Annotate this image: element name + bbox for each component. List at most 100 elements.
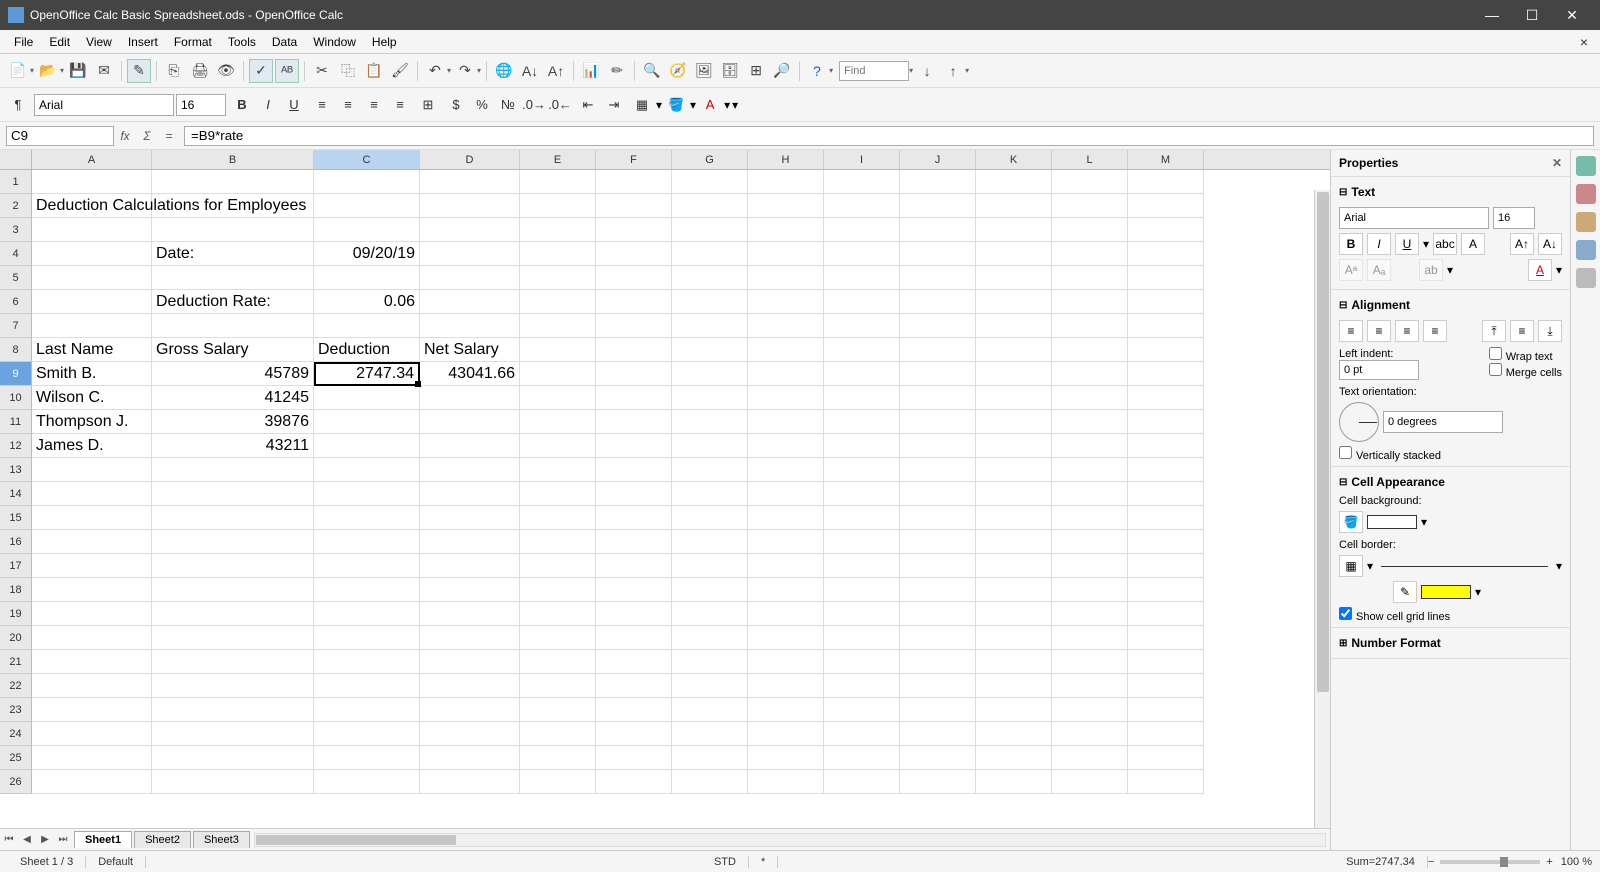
sort-desc-icon[interactable]: A↑: [544, 59, 568, 83]
cell-A3[interactable]: [32, 218, 152, 242]
fontcolor-icon[interactable]: A: [698, 93, 722, 117]
bold-button[interactable]: B: [230, 93, 254, 117]
cell-D5[interactable]: [420, 266, 520, 290]
cell-C20[interactable]: [314, 626, 420, 650]
bg-color-picker[interactable]: 🪣: [1339, 511, 1363, 533]
cell-B22[interactable]: [152, 674, 314, 698]
cell-F19[interactable]: [596, 602, 672, 626]
cell-M5[interactable]: [1128, 266, 1204, 290]
cell-D22[interactable]: [420, 674, 520, 698]
vertically-stacked-check[interactable]: Vertically stacked: [1339, 450, 1441, 462]
cell-D26[interactable]: [420, 770, 520, 794]
cell-K10[interactable]: [976, 386, 1052, 410]
cell-J1[interactable]: [900, 170, 976, 194]
row-header-4[interactable]: 4: [0, 242, 32, 266]
cell-F3[interactable]: [596, 218, 672, 242]
cell-D12[interactable]: [420, 434, 520, 458]
find-prev-icon[interactable]: ↑: [941, 59, 965, 83]
cell-B10[interactable]: 41245: [152, 386, 314, 410]
formula-input[interactable]: [184, 126, 1594, 146]
cell-F2[interactable]: [596, 194, 672, 218]
orientation-dial[interactable]: [1339, 402, 1379, 442]
row-header-16[interactable]: 16: [0, 530, 32, 554]
zoom-icon[interactable]: 🔎: [770, 59, 794, 83]
cell-F26[interactable]: [596, 770, 672, 794]
export-pdf-icon[interactable]: ⎘: [162, 59, 186, 83]
cell-L26[interactable]: [1052, 770, 1128, 794]
cell-A25[interactable]: [32, 746, 152, 770]
sidebar-highlight[interactable]: ab: [1419, 259, 1443, 281]
cell-L3[interactable]: [1052, 218, 1128, 242]
cell-J24[interactable]: [900, 722, 976, 746]
cell-L19[interactable]: [1052, 602, 1128, 626]
cell-I14[interactable]: [824, 482, 900, 506]
cell-K3[interactable]: [976, 218, 1052, 242]
sidebar-shrink-font[interactable]: A↓: [1538, 233, 1562, 255]
cell-B15[interactable]: [152, 506, 314, 530]
cell-I4[interactable]: [824, 242, 900, 266]
row-header-17[interactable]: 17: [0, 554, 32, 578]
row-header-19[interactable]: 19: [0, 602, 32, 626]
status-sum[interactable]: Sum=2747.34: [1334, 856, 1428, 868]
cell-E26[interactable]: [520, 770, 596, 794]
cell-M18[interactable]: [1128, 578, 1204, 602]
cell-E16[interactable]: [520, 530, 596, 554]
cell-K22[interactable]: [976, 674, 1052, 698]
col-header-H[interactable]: H: [748, 150, 824, 169]
cell-J21[interactable]: [900, 650, 976, 674]
cell-K15[interactable]: [976, 506, 1052, 530]
cell-J20[interactable]: [900, 626, 976, 650]
cell-F24[interactable]: [596, 722, 672, 746]
row-header-14[interactable]: 14: [0, 482, 32, 506]
zoom-slider[interactable]: [1440, 860, 1540, 864]
cell-D8[interactable]: Net Salary: [420, 338, 520, 362]
cell-H9[interactable]: [748, 362, 824, 386]
cell-C13[interactable]: [314, 458, 420, 482]
cell-A26[interactable]: [32, 770, 152, 794]
cell-M17[interactable]: [1128, 554, 1204, 578]
cell-E10[interactable]: [520, 386, 596, 410]
gallery-icon[interactable]: 🖼: [692, 59, 716, 83]
cell-C18[interactable]: [314, 578, 420, 602]
horizontal-scrollbar[interactable]: [254, 833, 1326, 847]
tab-sheet2[interactable]: Sheet2: [134, 831, 191, 848]
copy-icon[interactable]: ⿻: [336, 59, 360, 83]
cell-B8[interactable]: Gross Salary: [152, 338, 314, 362]
cell-M23[interactable]: [1128, 698, 1204, 722]
cell-E23[interactable]: [520, 698, 596, 722]
cell-C16[interactable]: [314, 530, 420, 554]
percent-icon[interactable]: %: [470, 93, 494, 117]
cell-D4[interactable]: [420, 242, 520, 266]
cell-E3[interactable]: [520, 218, 596, 242]
cell-B26[interactable]: [152, 770, 314, 794]
cut-icon[interactable]: ✂: [310, 59, 334, 83]
tab-last-icon[interactable]: ⏭: [54, 831, 72, 849]
cell-A10[interactable]: Wilson C.: [32, 386, 152, 410]
cell-E20[interactable]: [520, 626, 596, 650]
col-header-D[interactable]: D: [420, 150, 520, 169]
cell-J18[interactable]: [900, 578, 976, 602]
cell-D2[interactable]: [420, 194, 520, 218]
cell-J22[interactable]: [900, 674, 976, 698]
cell-I17[interactable]: [824, 554, 900, 578]
cell-B17[interactable]: [152, 554, 314, 578]
cell-B5[interactable]: [152, 266, 314, 290]
cell-A22[interactable]: [32, 674, 152, 698]
cell-I26[interactable]: [824, 770, 900, 794]
cell-D10[interactable]: [420, 386, 520, 410]
cell-L21[interactable]: [1052, 650, 1128, 674]
find-overflow[interactable]: ▾: [965, 66, 969, 75]
cell-J5[interactable]: [900, 266, 976, 290]
cell-D24[interactable]: [420, 722, 520, 746]
sidebar-font-size[interactable]: [1493, 207, 1535, 229]
cell-L14[interactable]: [1052, 482, 1128, 506]
cell-A15[interactable]: [32, 506, 152, 530]
cell-M26[interactable]: [1128, 770, 1204, 794]
row-header-12[interactable]: 12: [0, 434, 32, 458]
cell-L9[interactable]: [1052, 362, 1128, 386]
menu-help[interactable]: Help: [364, 33, 405, 51]
cell-D21[interactable]: [420, 650, 520, 674]
align-h-justify[interactable]: ≡: [1423, 320, 1447, 342]
preview-icon[interactable]: 👁: [214, 59, 238, 83]
cell-G6[interactable]: [672, 290, 748, 314]
